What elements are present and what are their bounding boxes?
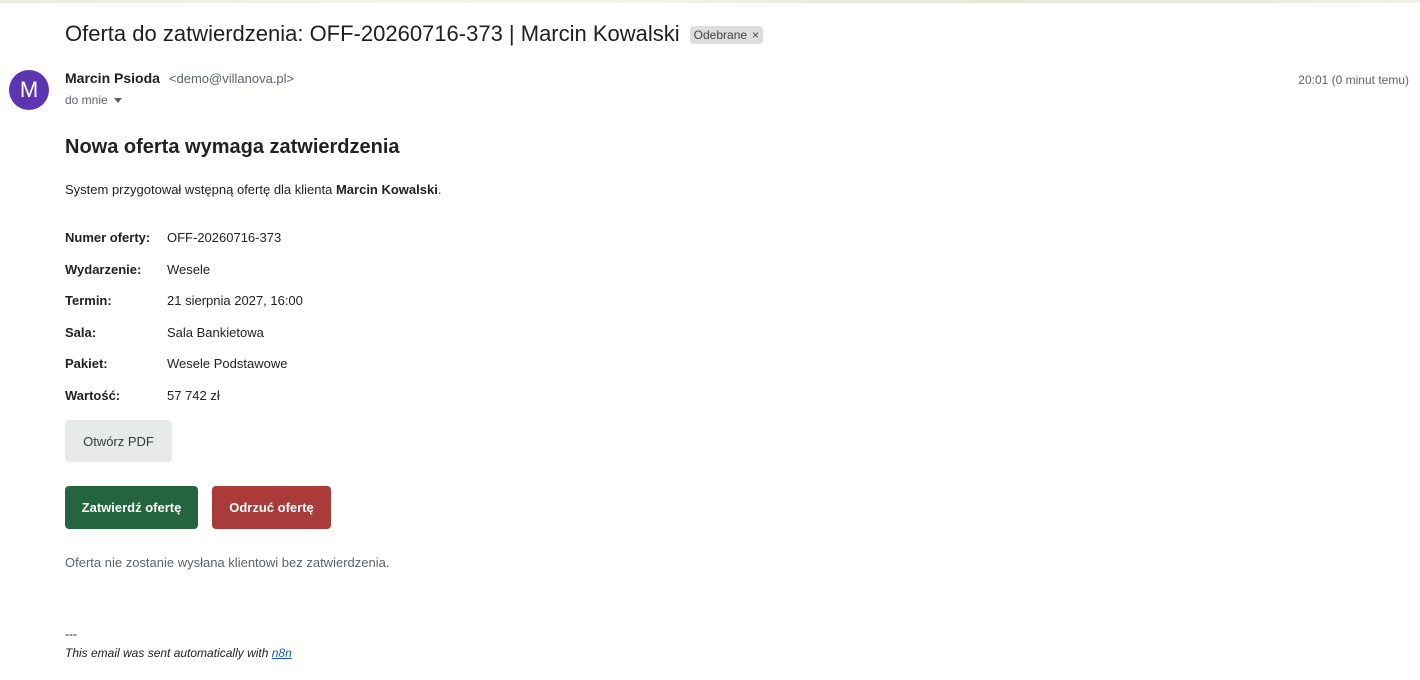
recipient-text: do mnie (65, 93, 108, 107)
reject-offer-button[interactable]: Odrzuć ofertę (212, 486, 331, 529)
email-timestamp: 20:01 (0 minut temu) (1298, 73, 1409, 87)
email-subject-row: Oferta do zatwierdzenia: OFF-20260716-37… (65, 21, 764, 47)
chevron-down-icon[interactable] (113, 97, 122, 103)
email-view: Oferta do zatwierdzenia: OFF-20260716-37… (0, 0, 1420, 680)
table-row: Numer oferty: OFF-20260716-373 (65, 222, 303, 254)
inbox-label-chip[interactable]: Odebrane × (689, 26, 764, 44)
detail-value: Wesele Podstawowe (167, 356, 288, 372)
detail-label: Wydarzenie: (65, 261, 142, 277)
intro-paragraph: System przygotował wstępną ofertę dla kl… (65, 182, 441, 197)
email-subject: Oferta do zatwierdzenia: OFF-20260716-37… (65, 21, 680, 46)
inbox-label-text: Odebrane (693, 28, 748, 42)
n8n-link[interactable]: n8n (272, 646, 292, 660)
detail-value: 57 742 zł (167, 387, 220, 403)
remove-label-icon[interactable]: × (752, 28, 759, 42)
table-row: Pakiet: Wesele Podstawowe (65, 348, 303, 380)
table-row: Wydarzenie: Wesele (65, 254, 303, 286)
intro-suffix: . (437, 182, 442, 197)
detail-value: Wesele (167, 261, 211, 277)
signature-separator: --- (65, 627, 77, 641)
footer-text: This email was sent automatically with (65, 646, 272, 660)
sender-avatar[interactable]: M (9, 70, 49, 110)
detail-label: Sala: (65, 324, 97, 340)
detail-label: Numer oferty: (65, 230, 151, 246)
open-pdf-button[interactable]: Otwórz PDF (65, 420, 172, 462)
detail-label: Pakiet: (65, 356, 108, 372)
detail-value: OFF-20260716-373 (167, 230, 282, 246)
sender-email: <demo@villanova.pl> (168, 71, 295, 86)
offer-details-table: Numer oferty: OFF-20260716-373 Wydarzeni… (65, 222, 303, 411)
table-row: Wartość: 57 742 zł (65, 380, 303, 412)
auto-sent-footer: This email was sent automatically with n… (65, 646, 292, 660)
detail-label: Wartość: (65, 387, 121, 403)
detail-label: Termin: (65, 293, 112, 309)
detail-value: 21 sierpnia 2027, 16:00 (167, 293, 303, 309)
detail-value: Sala Bankietowa (167, 324, 264, 340)
approve-offer-button[interactable]: Zatwierdź ofertę (65, 486, 198, 529)
top-strip (0, 0, 1420, 3)
sender-name[interactable]: Marcin Psioda (65, 70, 160, 86)
approval-note: Oferta nie zostanie wysłana klientowi be… (65, 555, 390, 570)
table-row: Sala: Sala Bankietowa (65, 317, 303, 349)
table-row: Termin: 21 sierpnia 2027, 16:00 (65, 285, 303, 317)
sender-line: Marcin Psioda <demo@villanova.pl> (65, 70, 294, 86)
intro-client-name: Marcin Kowalski (335, 182, 438, 197)
body-heading: Nowa oferta wymaga zatwierdzenia (65, 136, 400, 158)
recipient-details-toggle[interactable]: do mnie (65, 93, 122, 107)
intro-prefix: System przygotował wstępną ofertę dla kl… (65, 182, 336, 197)
